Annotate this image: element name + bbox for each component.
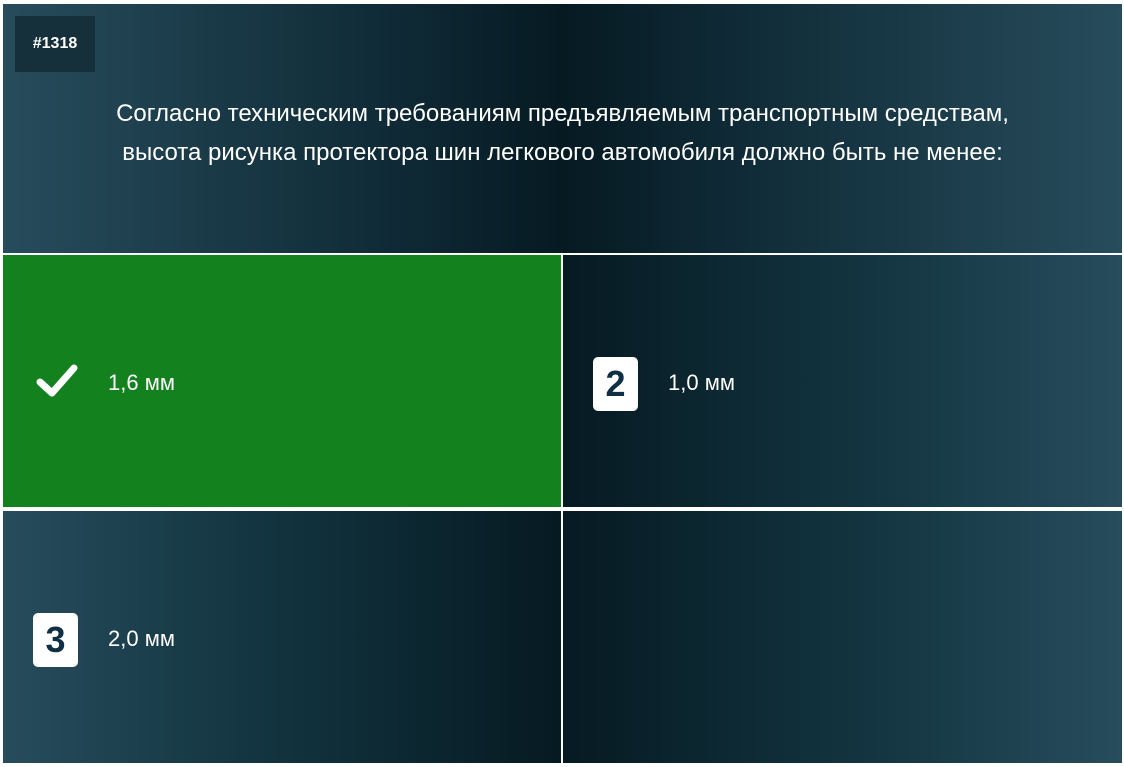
answer-text: 1,0 мм <box>668 370 735 395</box>
answer-number-badge: 3 <box>33 613 78 667</box>
empty-answer-slot <box>563 511 1122 763</box>
question-text-line-1: Согласно техническим требованиям предъяв… <box>116 100 1009 127</box>
question-panel: #1318 Согласно техническим требованиям п… <box>3 4 1122 253</box>
answer-option-1[interactable]: 1,6 мм <box>3 255 561 507</box>
answer-option-3[interactable]: 3 2,0 мм <box>3 511 561 763</box>
question-text: Согласно техническим требованиям предъяв… <box>63 94 1062 172</box>
question-id-badge: #1318 <box>15 16 95 72</box>
check-icon <box>36 364 78 397</box>
answer-option-2[interactable]: 2 1,0 мм <box>563 255 1122 507</box>
answer-text: 1,6 мм <box>108 370 175 395</box>
question-text-line-2: высота рисунка протектора шин легкового … <box>122 139 1003 166</box>
answer-text: 2,0 мм <box>108 626 175 651</box>
answer-number-badge: 2 <box>593 357 638 411</box>
quiz-card: #1318 Согласно техническим требованиям п… <box>3 4 1122 767</box>
